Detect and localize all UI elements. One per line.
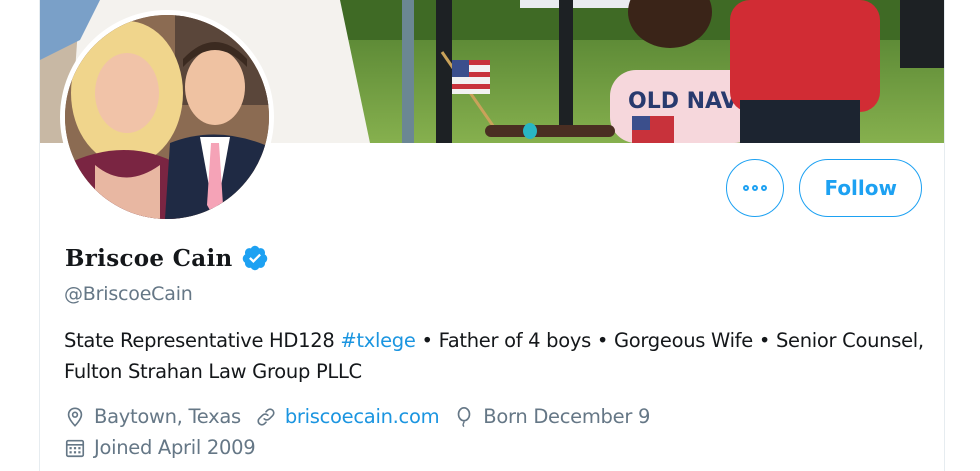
location-pin-icon <box>67 406 83 427</box>
bio-text: State Representative HD128 <box>64 329 341 352</box>
meta-location: Baytown, Texas <box>64 405 241 428</box>
more-options-button[interactable] <box>726 159 785 217</box>
profile-actions: Follow <box>726 159 922 217</box>
more-dots-icon <box>743 185 768 191</box>
birthday-text: Born December 9 <box>483 405 651 428</box>
profile-handle: @BriscoeCain <box>64 283 193 305</box>
link-icon <box>257 407 275 426</box>
profile-card: OLD NAVY Follow Briscoe Cain @BriscoeCai… <box>39 0 945 471</box>
profile-meta: Baytown, Texas briscoecain.com Born Dece… <box>64 401 924 463</box>
profile-name-row: Briscoe Cain <box>65 244 269 272</box>
profile-page: OLD NAVY Follow Briscoe Cain @BriscoeCai… <box>0 0 980 471</box>
follow-button[interactable]: Follow <box>799 159 922 217</box>
meta-row: Baytown, Texas briscoecain.com Born Dece… <box>64 401 924 432</box>
location-text: Baytown, Texas <box>94 405 241 428</box>
profile-bio: State Representative HD128 #txlege • Fat… <box>64 325 924 387</box>
calendar-icon <box>65 439 85 457</box>
bio-hashtag-link[interactable]: #txlege <box>340 329 416 352</box>
meta-birthday: Born December 9 <box>453 405 650 428</box>
joined-text: Joined April 2009 <box>94 436 256 459</box>
balloon-icon <box>457 406 471 427</box>
profile-name: Briscoe Cain <box>65 244 233 272</box>
meta-joined: Joined April 2009 <box>64 436 256 459</box>
verified-badge-icon <box>241 244 269 272</box>
meta-website: briscoecain.com <box>255 405 440 428</box>
profile-avatar[interactable] <box>60 10 274 224</box>
avatar-photo <box>65 15 269 219</box>
meta-row: Joined April 2009 <box>64 432 924 463</box>
website-link[interactable]: briscoecain.com <box>285 405 440 428</box>
